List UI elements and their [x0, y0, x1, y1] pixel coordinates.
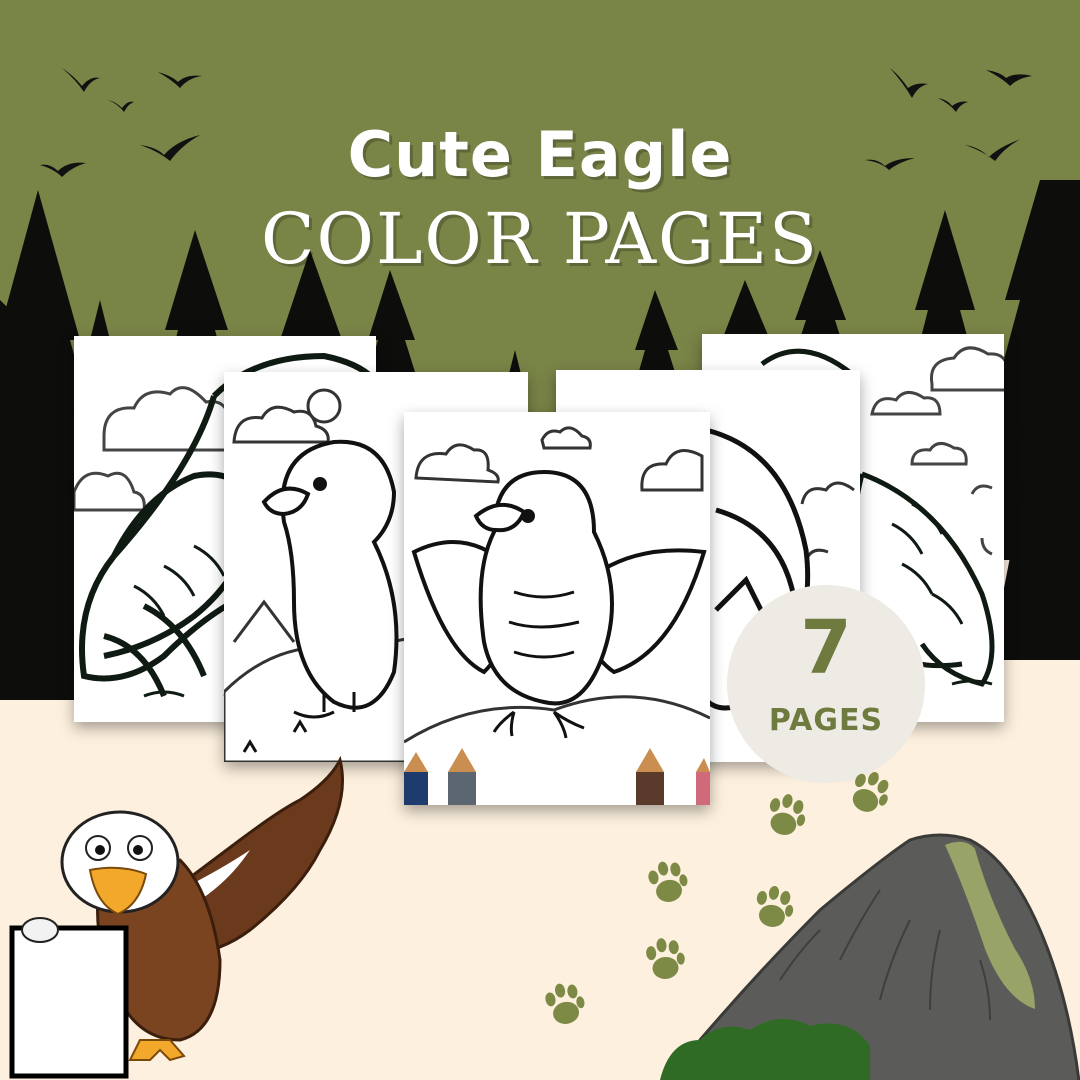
- cartoon-eagle-mascot: [9, 755, 344, 1079]
